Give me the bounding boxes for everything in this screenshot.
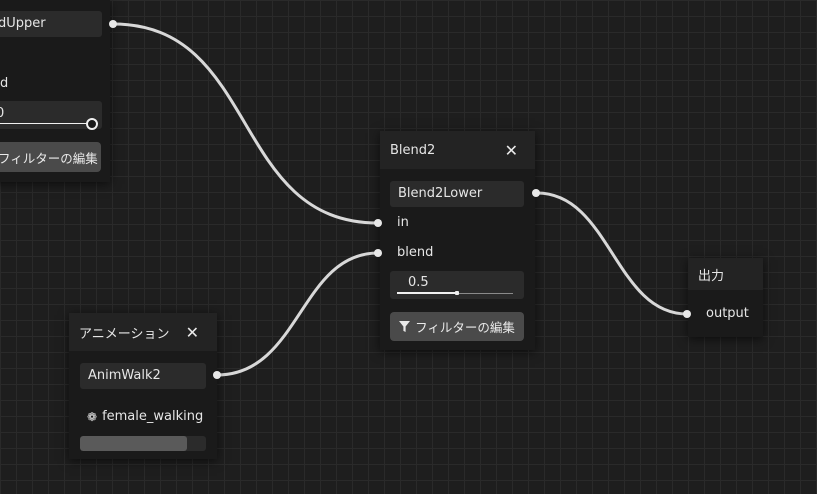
node-output[interactable]: 出力 output bbox=[688, 258, 763, 337]
node-output-port-label: output bbox=[706, 306, 749, 321]
node-animation-title: アニメーション bbox=[79, 326, 170, 342]
node-blend2-slider-knob[interactable] bbox=[455, 291, 459, 295]
node-output-header[interactable]: 出力 bbox=[688, 258, 763, 290]
node-blend2-input-port-blend[interactable] bbox=[374, 249, 382, 257]
filter-icon bbox=[399, 321, 411, 332]
node-blend2-input-port-in[interactable] bbox=[374, 219, 382, 227]
close-icon[interactable]: ✕ bbox=[186, 323, 199, 342]
node-upper-filter-button[interactable]: フィルターの編集 bbox=[0, 142, 101, 172]
node-upper-slider[interactable]: 0 bbox=[0, 101, 102, 130]
wire-upper-to-blend2-in[interactable] bbox=[112, 22, 379, 225]
node-output-title: 出力 bbox=[698, 268, 725, 284]
node-blend2-port-blend: blend bbox=[397, 245, 434, 260]
node-upper-output-port[interactable] bbox=[109, 20, 117, 28]
node-blend2-title: Blend2 bbox=[390, 142, 436, 158]
node-blend2-slider-value: 0.5 bbox=[408, 275, 429, 290]
node-animation[interactable]: アニメーション ✕ AnimWalk2 ❁ female_walking bbox=[69, 313, 217, 459]
wire-animation-to-blend2-blend[interactable] bbox=[216, 251, 379, 377]
node-upper-slider-track bbox=[0, 123, 88, 124]
node-upper-slider-knob[interactable] bbox=[86, 118, 98, 130]
node-upper-slider-value: 0 bbox=[0, 106, 5, 121]
node-animation-progress-bar bbox=[80, 436, 206, 451]
node-blend2-port-in: in bbox=[397, 215, 409, 230]
node-upper-port-label: d bbox=[0, 76, 9, 91]
node-blend2-header[interactable]: Blend2 ✕ bbox=[380, 131, 535, 169]
node-blend2-filter-label: フィルターの編集 bbox=[415, 320, 515, 335]
node-upper[interactable]: dUpper d 0 フィルターの編集 bbox=[0, 0, 110, 182]
node-upper-name-field[interactable]: dUpper bbox=[0, 11, 102, 37]
node-animation-header[interactable]: アニメーション ✕ bbox=[69, 313, 217, 351]
node-animation-clip-name: female_walking bbox=[102, 409, 204, 424]
node-animation-name-field[interactable]: AnimWalk2 bbox=[80, 363, 206, 389]
node-output-input-port[interactable] bbox=[683, 310, 691, 318]
node-blend2-slider-fill bbox=[397, 292, 455, 294]
node-animation-progress-fill bbox=[80, 436, 187, 451]
node-blend2-slider[interactable]: 0.5 bbox=[390, 271, 524, 299]
node-animation-clip[interactable]: ❁ female_walking bbox=[87, 409, 203, 424]
node-blend2-filter-button[interactable]: フィルターの編集 bbox=[390, 312, 524, 341]
wire-blend2-to-output[interactable] bbox=[536, 191, 688, 316]
node-upper-filter-label: フィルターの編集 bbox=[0, 150, 98, 166]
film-reel-icon: ❁ bbox=[87, 409, 98, 424]
close-icon[interactable]: ✕ bbox=[505, 141, 518, 160]
node-blend2-name-field[interactable]: Blend2Lower bbox=[390, 181, 524, 207]
node-blend2-output-port[interactable] bbox=[532, 189, 540, 197]
node-animation-output-port[interactable] bbox=[213, 371, 221, 379]
node-blend2[interactable]: Blend2 ✕ Blend2Lower in blend 0.5 フィルターの… bbox=[380, 131, 535, 350]
